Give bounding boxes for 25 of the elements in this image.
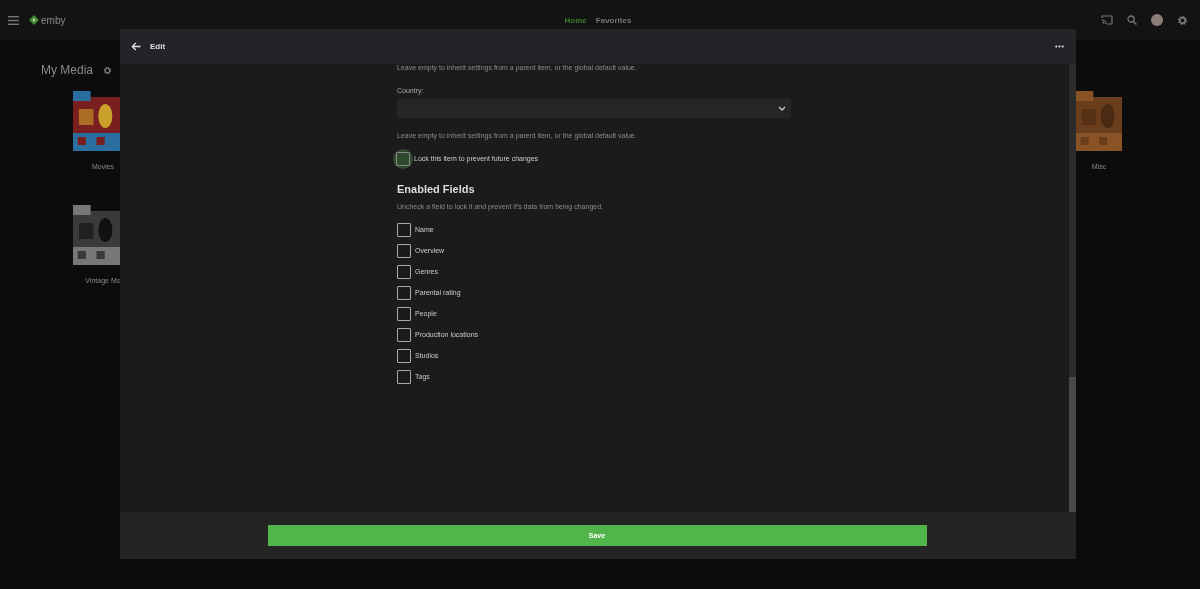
section-title: My Media: [41, 63, 93, 77]
checkbox[interactable]: [397, 369, 411, 384]
chevron-down-icon: [778, 106, 786, 111]
section-heading: Enabled Fields: [397, 182, 476, 196]
nav-tab[interactable]: Home: [564, 15, 587, 25]
logo-icon: [29, 15, 39, 25]
checkbox[interactable]: [397, 285, 411, 300]
back-arrow-icon[interactable]: [131, 42, 141, 51]
settings-icon[interactable]: [103, 65, 112, 75]
dialog-title: Edit: [150, 42, 167, 51]
nav-tab[interactable]: Favorites: [595, 15, 632, 25]
checkbox[interactable]: [397, 222, 411, 237]
scrollbar[interactable]: [1069, 64, 1076, 512]
more-icon[interactable]: [1055, 45, 1064, 48]
checkbox[interactable]: [397, 243, 411, 258]
checkbox[interactable]: [397, 264, 411, 279]
search-icon[interactable]: [1127, 15, 1137, 25]
avatar-icon[interactable]: [1151, 14, 1163, 26]
checkbox[interactable]: [397, 306, 411, 321]
menu-icon[interactable]: [8, 15, 19, 25]
cast-icon[interactable]: [1101, 15, 1113, 25]
logo-text: emby: [41, 14, 66, 26]
checkbox[interactable]: [397, 327, 411, 342]
checkbox[interactable]: [397, 348, 411, 363]
settings-icon[interactable]: [1177, 14, 1188, 26]
